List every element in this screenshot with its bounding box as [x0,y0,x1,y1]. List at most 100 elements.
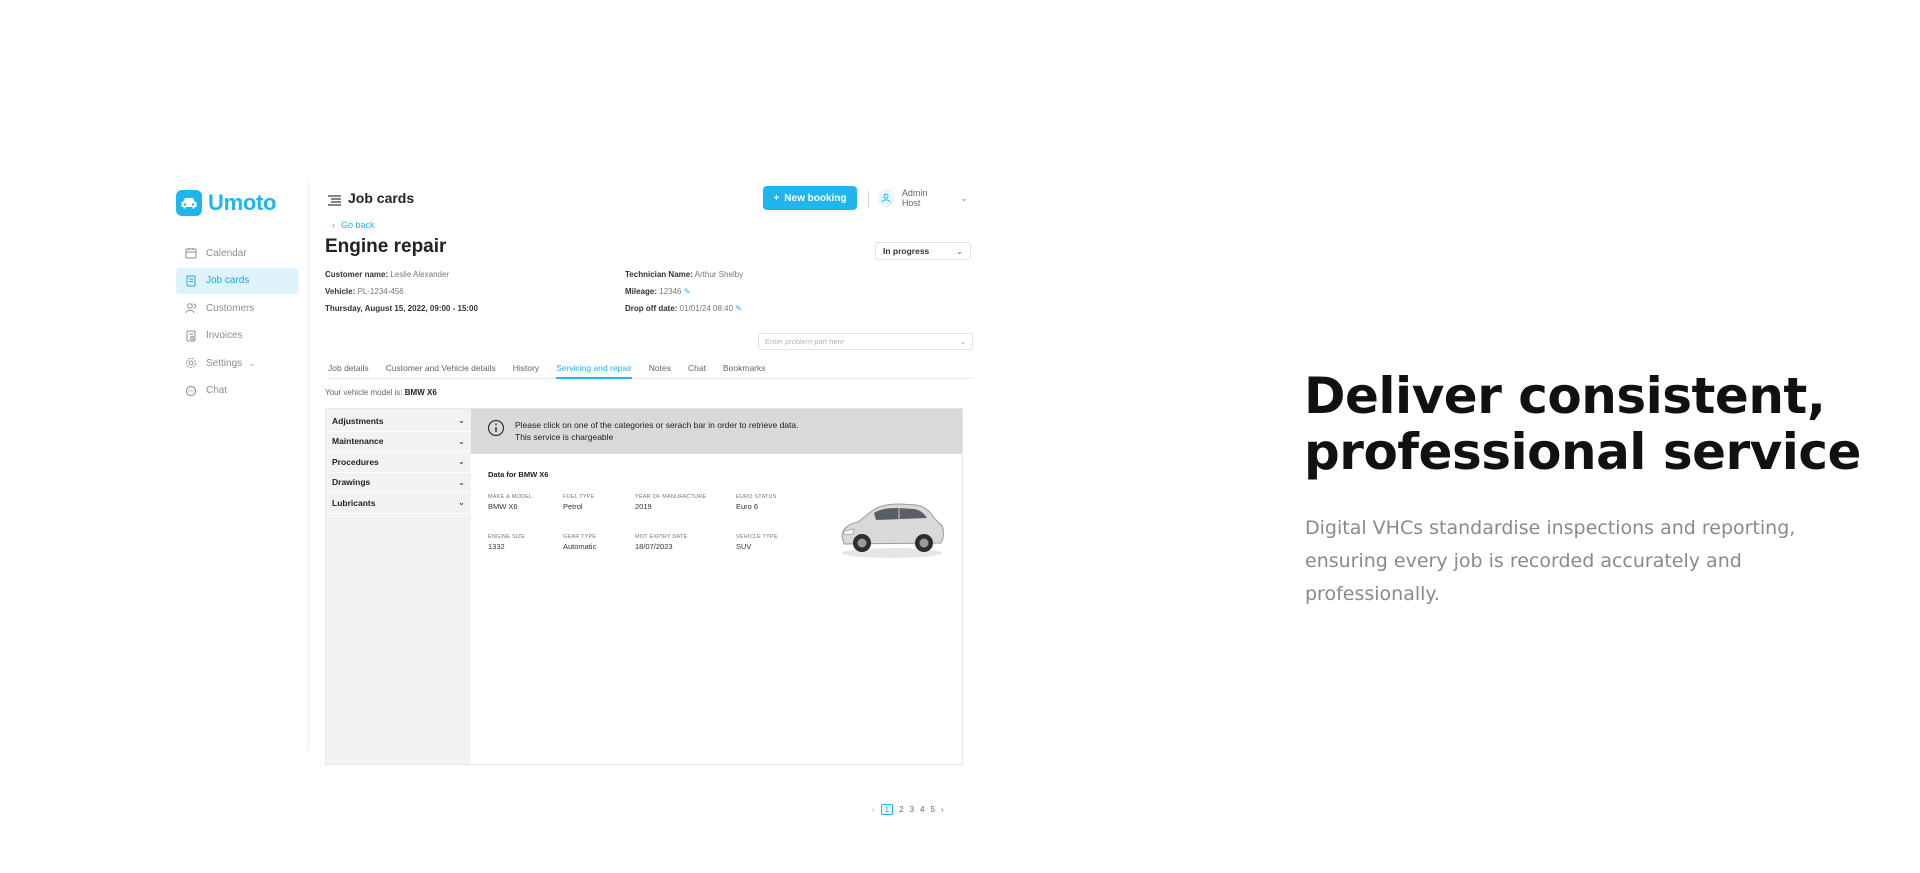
technician-label: Technician Name: [625,270,693,279]
sidebar-item-job-cards[interactable]: Job cards [176,267,299,294]
sidebar-item-label: Job cards [206,275,250,286]
job-tabs: Job details Customer and Vehicle details… [328,359,973,379]
mileage-value: 12346 [659,287,682,296]
notice-text: Please click on one of the categories or… [515,419,799,443]
sidebar-item-settings[interactable]: Settings ⌄ [176,350,299,376]
sidebar-item-label: Customers [206,302,255,314]
tab-chat[interactable]: Chat [688,359,706,378]
app-logo[interactable]: Umoto [176,190,276,216]
marketing-body: Digital VHCs standardise inspections and… [1305,517,1796,605]
spec-label: MOT EXPIRY DATE [635,534,688,540]
sidebar-item-chat[interactable]: Chat [176,378,299,404]
category-drawings[interactable]: Drawings ⌄ [326,473,471,493]
sidebar-item-label: Settings [206,357,243,369]
chevron-down-icon: ⌄ [955,245,963,256]
spec-label: MAKE & MODEL [488,494,533,500]
chevron-down-icon: ⌄ [248,357,256,368]
spec-value: 1332 [488,542,505,551]
problem-part-input[interactable]: Enter problem part here ⌄ [758,333,973,350]
category-label: Adjustments [332,415,384,426]
vehicle-model-value: BMW X6 [404,388,437,397]
user-avatar-icon [878,189,895,207]
tab-servicing-repair[interactable]: Servicing and repair [556,359,632,379]
page-3[interactable]: 3 [910,805,914,814]
customers-icon [185,302,197,314]
chevron-left-icon[interactable]: ‹ [872,805,875,814]
notice-line-2: This service is chargeable [515,432,614,442]
spec-make-model: MAKE & MODEL BMW X6 [488,494,532,511]
vehicle-label: Vehicle: [325,287,356,296]
vehicle-image [836,491,946,566]
chevron-down-icon: ⌄ [457,435,465,446]
category-list: Adjustments ⌄ Maintenance ⌄ Procedures ⌄… [326,409,471,764]
spec-label: GEAR TYPE [563,534,597,540]
spec-label: EURO STATUS [736,494,777,500]
category-lubricants[interactable]: Lubricants ⌄ [326,493,471,514]
status-select[interactable]: In progress ⌄ [875,242,971,260]
category-maintenance[interactable]: Maintenance ⌄ [326,432,471,452]
pagination: ‹ 1 2 3 4 5 › [872,804,944,815]
go-back-label: Go back [341,220,375,230]
chevron-down-icon: ⌄ [960,192,968,203]
sidebar-item-customers[interactable]: Customers [176,295,299,321]
spec-vehicle-type: VEHICLE TYPE SUV [736,534,778,551]
servicing-panel: Adjustments ⌄ Maintenance ⌄ Procedures ⌄… [325,408,963,765]
headline-line-1: Deliver consistent, [1304,367,1826,425]
category-adjustments[interactable]: Adjustments ⌄ [326,411,471,432]
chevron-down-icon: ⌄ [457,456,465,467]
tab-job-details[interactable]: Job details [328,359,369,378]
page-1[interactable]: 1 [880,804,894,815]
spec-year: YEAR OF MANUFACTURE 2019 [635,494,706,511]
spec-value: 18/07/2023 [635,542,673,551]
page-5[interactable]: 5 [930,805,934,814]
sidebar-item-label: Invoices [206,330,243,341]
customer-value: Leslie Alexander [390,270,450,279]
vehicle-info: Vehicle: PL-1234-456 [325,287,404,296]
tab-history[interactable]: History [513,359,539,378]
tab-bookmarks[interactable]: Bookmarks [723,359,766,378]
dropoff-info: Drop off date: 01/01/24 08:40 ✎ [625,304,742,313]
page-2[interactable]: 2 [899,805,903,814]
dropoff-value: 01/01/24 08:40 [679,304,734,313]
page-4[interactable]: 4 [920,805,924,814]
new-booking-button[interactable]: + New booking [763,186,857,210]
topbar-divider [868,190,869,208]
status-value: In progress [883,246,930,256]
category-label: Procedures [332,456,379,467]
tab-customer-vehicle-details[interactable]: Customer and Vehicle details [386,359,496,378]
spec-label: YEAR OF MANUFACTURE [635,494,707,500]
pencil-icon[interactable]: ✎ [684,287,691,296]
spec-engine-size: ENGINE SIZE 1332 [488,534,525,551]
go-back-link[interactable]: ‹ Go back [332,220,375,230]
job-title: Engine repair [325,236,447,257]
sidebar: Calendar Job cards Customers Invoices Se… [176,240,299,405]
category-label: Drawings [332,477,371,488]
spec-value: 2019 [635,502,652,511]
pencil-icon[interactable]: ✎ [735,304,742,313]
info-notice: Please click on one of the categories or… [471,409,962,454]
user-menu[interactable]: Admin Host ⌄ [878,188,968,208]
chevron-down-icon: ⌄ [959,337,966,346]
menu-icon[interactable] [328,193,341,211]
spec-gear-type: GEAR TYPE Automatic [563,534,596,551]
chevron-right-icon[interactable]: › [941,805,944,814]
category-procedures[interactable]: Procedures ⌄ [326,452,471,473]
spec-label: VEHICLE TYPE [736,534,778,540]
vehicle-value: PL-1234-456 [357,287,404,296]
top-bar: Job cards + New booking Admin Host ⌄ [328,186,968,212]
sidebar-divider [308,180,309,750]
mileage-info: Mileage: 12346 ✎ [625,287,690,296]
spec-value: Euro 6 [736,502,759,511]
app-logo-text: Umoto [208,190,277,215]
vehicle-model-prefix: Your vehicle model is: [325,388,403,397]
booking-date-value: Thursday, August 15, 2022, 09:00 - 15:00 [325,304,478,313]
info-icon [487,419,505,442]
category-label: Lubricants [332,497,376,508]
sidebar-item-calendar[interactable]: Calendar [176,240,299,266]
vehicle-model-line: Your vehicle model is: BMW X6 [325,388,437,397]
sidebar-item-label: Chat [206,385,228,396]
tab-notes[interactable]: Notes [649,359,671,378]
spec-value: BMW X6 [488,502,518,511]
sidebar-item-invoices[interactable]: Invoices [176,323,299,349]
chevron-down-icon: ⌄ [457,476,465,487]
